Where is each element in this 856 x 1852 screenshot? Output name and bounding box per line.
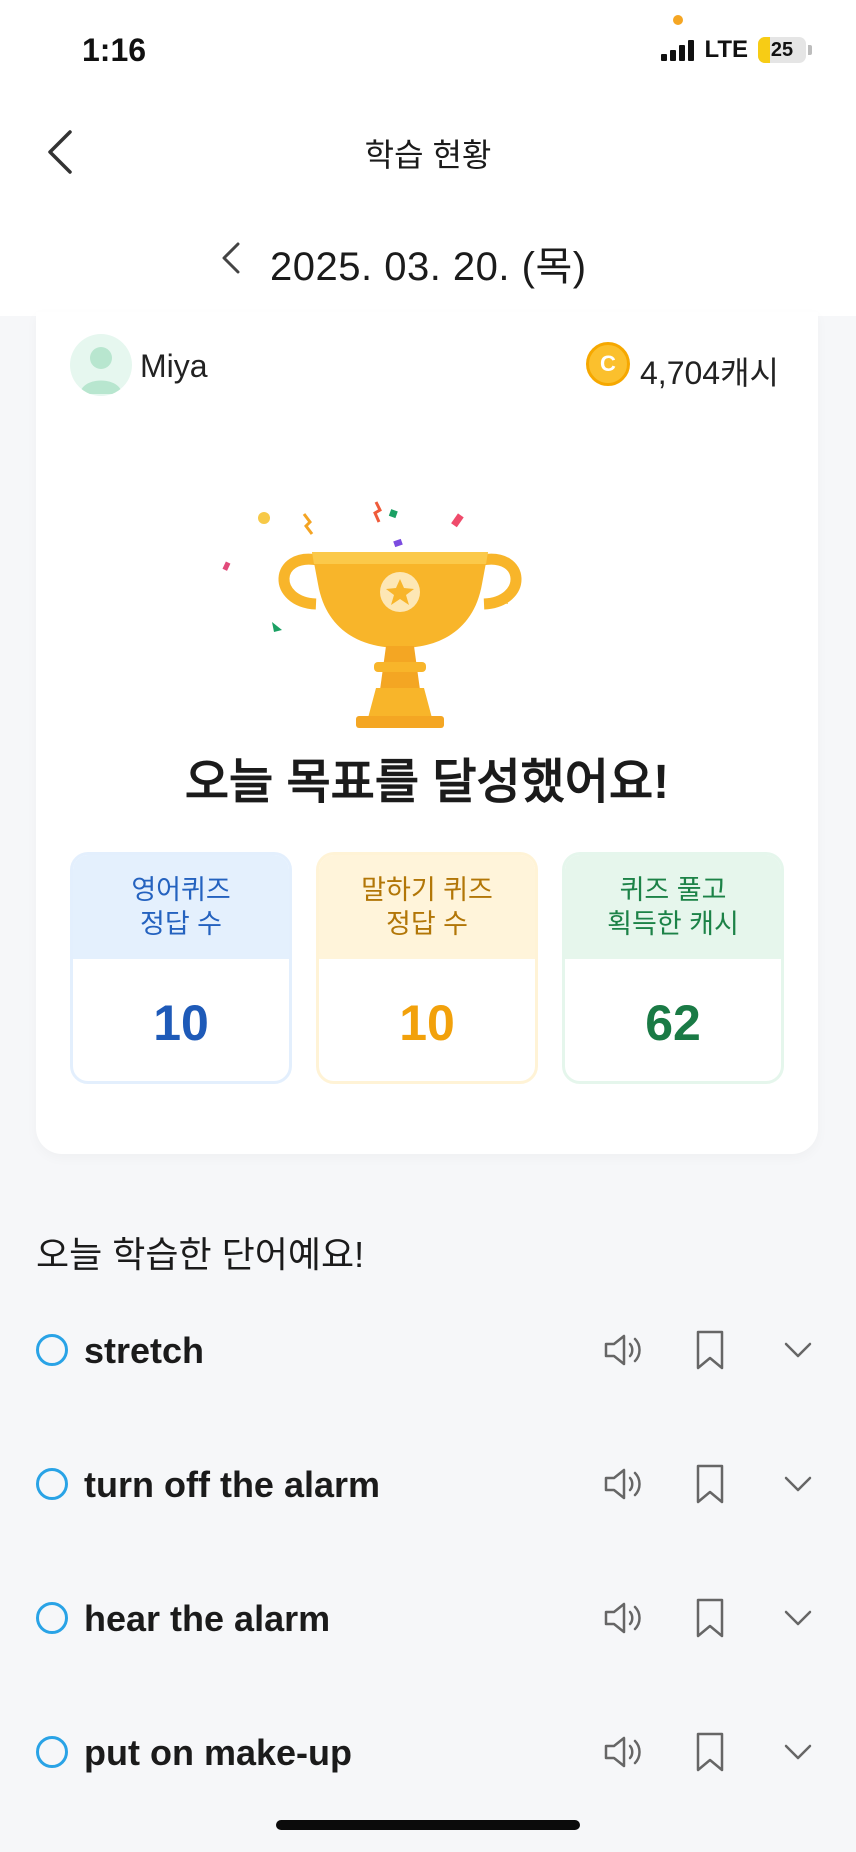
battery-icon: 25 xyxy=(758,37,806,63)
stat-label: 획득한 캐시 xyxy=(607,909,739,939)
bookmark-icon xyxy=(696,1598,724,1638)
bookmark-button[interactable] xyxy=(682,1456,738,1512)
stat-speaking-quiz: 말하기 퀴즈 정답 수 10 xyxy=(316,852,538,1084)
achievement-card: Miya C 4,704캐시 오늘 목표를 달성했어요! 영어퀴즈 정답 수 1… xyxy=(36,312,818,1154)
speaker-icon xyxy=(604,1602,641,1634)
status-right: LTE 25 xyxy=(661,36,812,64)
list-item: put on make-up xyxy=(36,1712,820,1792)
bookmark-icon xyxy=(696,1330,724,1370)
word-text: stretch xyxy=(84,1330,205,1371)
page-title: 학습 현황 xyxy=(364,137,492,173)
stat-label: 퀴즈 풀고 xyxy=(619,875,727,905)
bookmark-icon xyxy=(696,1732,724,1772)
stat-value: 62 xyxy=(645,995,701,1051)
word-text: hear the alarm xyxy=(84,1598,331,1639)
user-name: Miya xyxy=(140,348,208,384)
chevron-down-icon xyxy=(784,1610,812,1626)
speaker-icon xyxy=(604,1334,641,1366)
user-icon xyxy=(80,347,122,394)
stat-header: 퀴즈 풀고 획득한 캐시 xyxy=(565,855,781,959)
prev-date-button[interactable] xyxy=(214,238,248,278)
recording-indicator xyxy=(673,15,683,25)
stat-label: 말하기 퀴즈 xyxy=(361,875,493,905)
stat-label: 정답 수 xyxy=(385,909,469,939)
list-item: turn off the alarm xyxy=(36,1444,820,1524)
bookmark-button[interactable] xyxy=(682,1322,738,1378)
chevron-left-icon xyxy=(222,242,240,274)
network-label: LTE xyxy=(704,36,748,63)
speaker-button[interactable] xyxy=(596,1590,652,1646)
date-label: 2025. 03. 20. (목) xyxy=(270,245,587,289)
stat-english-quiz: 영어퀴즈 정답 수 10 xyxy=(70,852,292,1084)
chevron-down-icon xyxy=(784,1476,812,1492)
word-text: put on make-up xyxy=(84,1732,352,1773)
home-indicator xyxy=(276,1820,580,1830)
word-checkbox[interactable] xyxy=(36,1736,68,1768)
word-checkbox[interactable] xyxy=(36,1468,68,1500)
bookmark-icon xyxy=(696,1464,724,1504)
stat-header: 영어퀴즈 정답 수 xyxy=(73,855,289,959)
speaker-button[interactable] xyxy=(596,1322,652,1378)
speaker-icon xyxy=(604,1468,641,1500)
bookmark-button[interactable] xyxy=(682,1724,738,1780)
expand-button[interactable] xyxy=(770,1322,826,1378)
signal-icon xyxy=(661,39,695,61)
trophy-icon xyxy=(222,501,522,728)
battery-fill xyxy=(758,37,770,63)
stat-value: 10 xyxy=(153,995,209,1051)
stat-earned-cash: 퀴즈 풀고 획득한 캐시 62 xyxy=(562,852,784,1084)
avatar xyxy=(70,334,132,396)
word-text: turn off the alarm xyxy=(84,1464,381,1505)
speaker-button[interactable] xyxy=(596,1724,652,1780)
goal-message: 오늘 목표를 달성했어요! xyxy=(184,756,670,809)
speaker-icon xyxy=(604,1736,641,1768)
list-item: stretch xyxy=(36,1310,820,1390)
stat-label: 영어퀴즈 xyxy=(131,875,231,905)
expand-button[interactable] xyxy=(770,1724,826,1780)
stat-value: 10 xyxy=(399,995,455,1051)
list-item: hear the alarm xyxy=(36,1578,820,1658)
status-time: 1:16 xyxy=(82,32,147,68)
trophy-illustration xyxy=(36,452,818,732)
bookmark-button[interactable] xyxy=(682,1590,738,1646)
chevron-down-icon xyxy=(784,1342,812,1358)
cash-amount: 4,704캐시 xyxy=(640,355,779,391)
speaker-button[interactable] xyxy=(596,1456,652,1512)
expand-button[interactable] xyxy=(770,1590,826,1646)
stat-label: 정답 수 xyxy=(139,909,223,939)
word-section-title: 오늘 학습한 단어예요! xyxy=(36,1234,365,1275)
battery-tip xyxy=(808,45,812,55)
stat-header: 말하기 퀴즈 정답 수 xyxy=(319,855,535,959)
coin-icon: C xyxy=(586,342,630,386)
word-checkbox[interactable] xyxy=(36,1334,68,1366)
expand-button[interactable] xyxy=(770,1456,826,1512)
battery-level: 25 xyxy=(770,38,794,61)
word-checkbox[interactable] xyxy=(36,1602,68,1634)
chevron-down-icon xyxy=(784,1744,812,1760)
